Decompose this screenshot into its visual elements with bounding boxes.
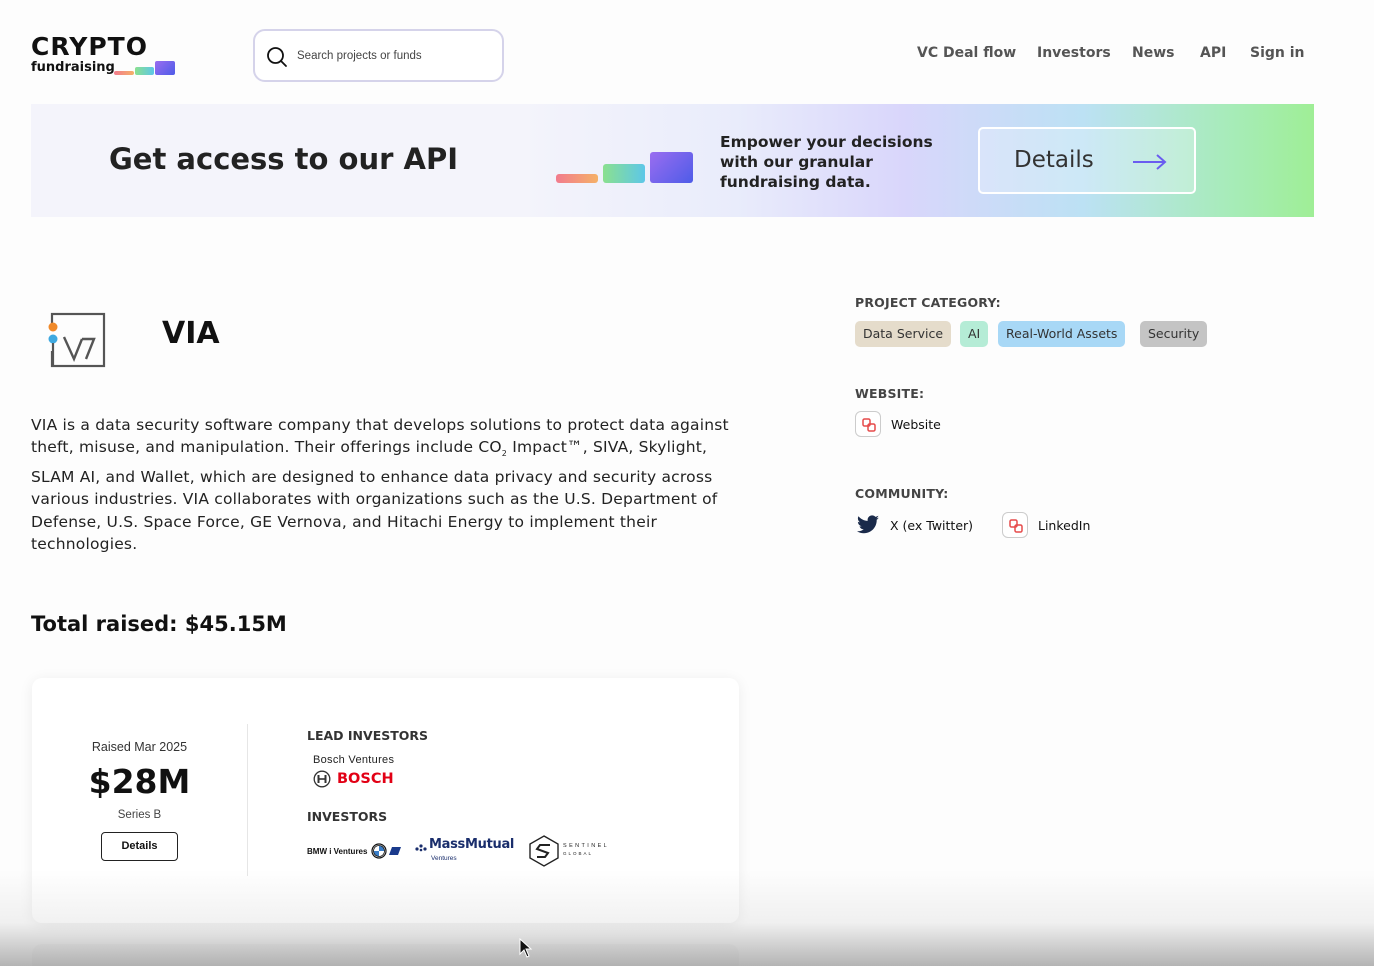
category-label: PROJECT CATEGORY: [855,295,1001,310]
round-date: Raised Mar 2025 [91,740,188,754]
bmw-i-ventures-logo[interactable]: BMW i Ventures [307,832,407,868]
banner-bars-icon [556,151,696,183]
massmutual-logo-text: MassMutual [429,837,515,852]
website-label: WEBSITE: [855,386,925,401]
link-icon [1002,512,1028,538]
investors-heading: INVESTORS [307,809,388,824]
nav-investors[interactable]: Investors [1037,45,1111,61]
banner-text: Empower your decisions with our granular… [720,133,933,191]
linkedin-link-label: LinkedIn [1038,517,1091,533]
nav-vc-deal-flow[interactable]: VC Deal flow [917,45,1016,61]
next-funding-round-card [32,944,739,966]
project-description: VIA is a data security software company … [31,414,751,556]
massmutual-dots-icon [415,844,427,852]
nav-news[interactable]: News [1132,45,1174,61]
bosch-logo[interactable]: BOSCH [313,770,394,788]
bmw-i-icon [389,847,401,855]
nav-api[interactable]: API [1200,45,1226,61]
twitter-link-label: X (ex Twitter) [890,517,974,533]
tag-real-world-assets[interactable]: Real-World Assets [998,321,1126,347]
twitter-link[interactable]: X (ex Twitter) [855,512,973,538]
massmutual-logo-sub: Ventures [431,855,457,862]
massmutual-ventures-logo[interactable]: MassMutual Ventures [415,832,515,868]
linkedin-link[interactable]: LinkedIn [1002,512,1090,538]
sentinel-logo-text: SENTINEL [563,843,610,849]
main-nav: VC Deal flow Investors News API Sign in [0,45,1374,65]
round-details-button[interactable]: Details [101,832,178,861]
bmw-roundel-icon [371,843,387,859]
tag-ai[interactable]: AI [960,321,989,347]
total-raised: Total raised: $45.15M [31,612,287,636]
bosch-logo-text: BOSCH [337,771,394,787]
bosch-armature-icon [313,770,331,788]
banner-details-button[interactable]: Details [978,127,1196,194]
round-amount: $28M [88,762,191,801]
lead-investors-heading: LEAD INVESTORS [307,728,429,743]
website-link-label: Website [891,416,941,432]
project-logo [46,312,106,368]
website-link[interactable]: Website [855,411,941,437]
mouse-cursor-icon [519,938,533,958]
tag-data-service[interactable]: Data Service [855,321,952,347]
tag-security[interactable]: Security [1140,321,1208,347]
banner-details-label: Details [1014,147,1094,173]
arrow-right-icon [1133,154,1167,170]
category-tags: Data Service AI Real-World Assets Securi… [855,321,1275,347]
card-divider [247,724,248,876]
community-label: COMMUNITY: [855,486,949,501]
api-banner[interactable]: Get access to our API Empower your decis… [31,104,1314,217]
header: CRYPTO fundraising VC Deal flow Investor… [0,0,1374,104]
sentinel-logo-sub: GLOBAL [563,851,594,856]
banner-title: Get access to our API [109,142,459,176]
round-stage: Series B [117,809,162,821]
project-name: VIA [162,316,220,351]
lead-investor-name[interactable]: Bosch Ventures [313,754,394,766]
bmw-logo-text: BMW i Ventures [307,847,368,856]
round-summary: Raised Mar 2025 $28M Series B Details [32,678,247,923]
twitter-icon [857,515,879,534]
nav-sign-in[interactable]: Sign in [1250,45,1305,61]
link-icon [855,411,881,437]
sentinel-s-icon [529,835,559,867]
funding-round-card: Raised Mar 2025 $28M Series B Details LE… [32,678,739,923]
sentinel-global-logo[interactable]: SENTINEL GLOBAL [529,832,613,868]
